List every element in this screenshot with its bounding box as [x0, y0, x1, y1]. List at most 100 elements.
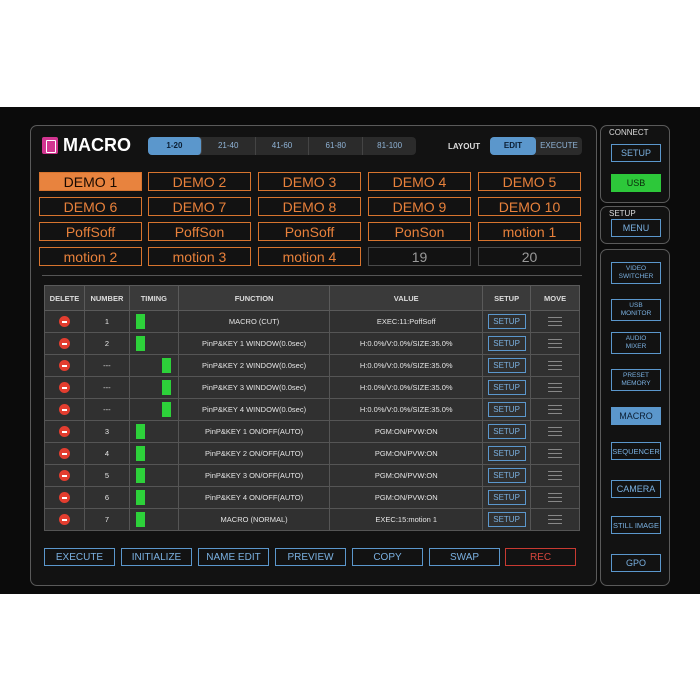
nav-preset-memory[interactable]: PRESET MEMORY [611, 369, 661, 391]
delete-icon[interactable] [58, 470, 70, 481]
delete-icon[interactable] [58, 382, 70, 393]
row-function: PinP&KEY 2 WINDOW(0.0sec) [177, 354, 331, 377]
macro-button-7[interactable]: DEMO 7 [148, 197, 251, 216]
drag-handle-icon[interactable] [548, 449, 563, 459]
page-tab-4[interactable]: 81-100 [363, 137, 416, 155]
usb-button[interactable]: USB [611, 174, 661, 192]
connect-setup-button[interactable]: SETUP [611, 144, 661, 162]
macro-button-4[interactable]: DEMO 4 [368, 172, 471, 191]
row-setup-button[interactable]: SETUP [487, 336, 526, 351]
nav-camera[interactable]: CAMERA [611, 480, 661, 498]
rec-button[interactable]: REC [505, 548, 576, 566]
macro-button-10[interactable]: DEMO 10 [478, 197, 581, 216]
macro-button-8[interactable]: DEMO 8 [258, 197, 361, 216]
nav-still-image[interactable]: STILL IMAGE [611, 516, 661, 534]
row-setup-button[interactable]: SETUP [487, 402, 526, 417]
delete-icon[interactable] [58, 492, 70, 503]
nav-audio-mixer[interactable]: AUDIO MIXER [611, 332, 661, 354]
timing-bar [135, 468, 145, 483]
table-row: --- PinP&KEY 3 WINDOW(0.0sec) H:0.0%/V:0.0… [44, 376, 580, 399]
macro-button-3[interactable]: DEMO 3 [258, 172, 361, 191]
page-tab-3[interactable]: 61-80 [309, 137, 364, 155]
delete-icon[interactable] [58, 338, 70, 349]
macro-button-9[interactable]: DEMO 9 [368, 197, 471, 216]
row-setup-button[interactable]: SETUP [487, 314, 526, 329]
macro-button-19[interactable]: 19 [368, 247, 471, 266]
page-tab-0[interactable]: 1-20 [148, 137, 202, 155]
row-setup-button[interactable]: SETUP [487, 358, 526, 373]
drag-handle-icon[interactable] [548, 317, 563, 327]
setup-label: SETUP [609, 209, 636, 218]
row-function: PinP&KEY 2 ON/OFF(AUTO) [177, 442, 331, 465]
nav-gpo[interactable]: GPO [611, 554, 661, 572]
page-title: MACRO [63, 135, 131, 155]
delete-icon[interactable] [58, 404, 70, 415]
timing-bar [161, 380, 171, 395]
nav-macro[interactable]: MACRO [611, 407, 661, 425]
drag-handle-icon[interactable] [548, 405, 563, 415]
table-row: 6 PinP&KEY 4 ON/OFF(AUTO) PGM:ON/PVW:ON SET… [44, 486, 580, 509]
macro-button-14[interactable]: PonSon [368, 222, 471, 241]
row-number: 1 [83, 310, 130, 333]
row-setup-button[interactable]: SETUP [487, 380, 526, 395]
macro-button-17[interactable]: motion 3 [148, 247, 251, 266]
drag-handle-icon[interactable] [548, 383, 563, 393]
table-row: 5 PinP&KEY 3 ON/OFF(AUTO) PGM:ON/PVW:ON SET… [44, 464, 580, 487]
delete-icon[interactable] [58, 426, 70, 437]
column-header: NUMBER [83, 285, 130, 311]
swap-button[interactable]: SWAP [429, 548, 500, 566]
row-number: --- [83, 354, 130, 377]
row-setup-button[interactable]: SETUP [487, 512, 526, 527]
macro-button-18[interactable]: motion 4 [258, 247, 361, 266]
delete-icon[interactable] [58, 360, 70, 371]
row-setup-button[interactable]: SETUP [487, 446, 526, 461]
initialize-button[interactable]: INITIALIZE [121, 548, 192, 566]
divider [42, 275, 582, 276]
copy-button[interactable]: COPY [352, 548, 423, 566]
timing-cell [128, 310, 179, 333]
nav-usb-monitor[interactable]: USB MONITOR [611, 299, 661, 321]
macro-button-20[interactable]: 20 [478, 247, 581, 266]
menu-button[interactable]: MENU [611, 219, 661, 237]
page-tab-1[interactable]: 21-40 [202, 137, 256, 155]
page-tab-2[interactable]: 41-60 [256, 137, 310, 155]
column-header: MOVE [530, 285, 580, 311]
layout-execute-button[interactable]: EXECUTE [536, 137, 582, 155]
timing-cell [128, 442, 179, 465]
drag-handle-icon[interactable] [548, 471, 563, 481]
drag-handle-icon[interactable] [548, 339, 563, 349]
macro-button-11[interactable]: PoffSoff [39, 222, 142, 241]
row-setup-button[interactable]: SETUP [487, 490, 526, 505]
layout-edit-button[interactable]: EDIT [490, 137, 536, 155]
row-number: 4 [83, 442, 130, 465]
drag-handle-icon[interactable] [548, 493, 563, 503]
delete-icon[interactable] [58, 514, 70, 525]
macro-button-16[interactable]: motion 2 [39, 247, 142, 266]
drag-handle-icon[interactable] [548, 515, 563, 525]
preview-button[interactable]: PREVIEW [275, 548, 346, 566]
delete-icon[interactable] [58, 448, 70, 459]
table-row: 4 PinP&KEY 2 ON/OFF(AUTO) PGM:ON/PVW:ON SET… [44, 442, 580, 465]
connect-label: CONNECT [609, 128, 649, 137]
row-setup-button[interactable]: SETUP [487, 468, 526, 483]
drag-handle-icon[interactable] [548, 361, 563, 371]
row-function: PinP&KEY 3 ON/OFF(AUTO) [177, 464, 331, 487]
nav-sequencer[interactable]: SEQUENCER [611, 442, 661, 460]
name-edit-button[interactable]: NAME EDIT [198, 548, 269, 566]
macro-button-12[interactable]: PoffSon [148, 222, 251, 241]
timing-cell [128, 486, 179, 509]
row-value: PGM:ON/PVW:ON [329, 486, 484, 509]
macro-button-1[interactable]: DEMO 1 [39, 172, 142, 191]
drag-handle-icon[interactable] [548, 427, 563, 437]
table-row: --- PinP&KEY 2 WINDOW(0.0sec) H:0.0%/V:0.0… [44, 354, 580, 377]
macro-button-5[interactable]: DEMO 5 [478, 172, 581, 191]
nav-video-switcher[interactable]: VIDEO SWITCHER [611, 262, 661, 284]
timing-cell [128, 464, 179, 487]
delete-icon[interactable] [58, 316, 70, 327]
macro-button-15[interactable]: motion 1 [478, 222, 581, 241]
macro-button-6[interactable]: DEMO 6 [39, 197, 142, 216]
macro-button-13[interactable]: PonSoff [258, 222, 361, 241]
row-setup-button[interactable]: SETUP [487, 424, 526, 439]
execute-button[interactable]: EXECUTE [44, 548, 115, 566]
macro-button-2[interactable]: DEMO 2 [148, 172, 251, 191]
